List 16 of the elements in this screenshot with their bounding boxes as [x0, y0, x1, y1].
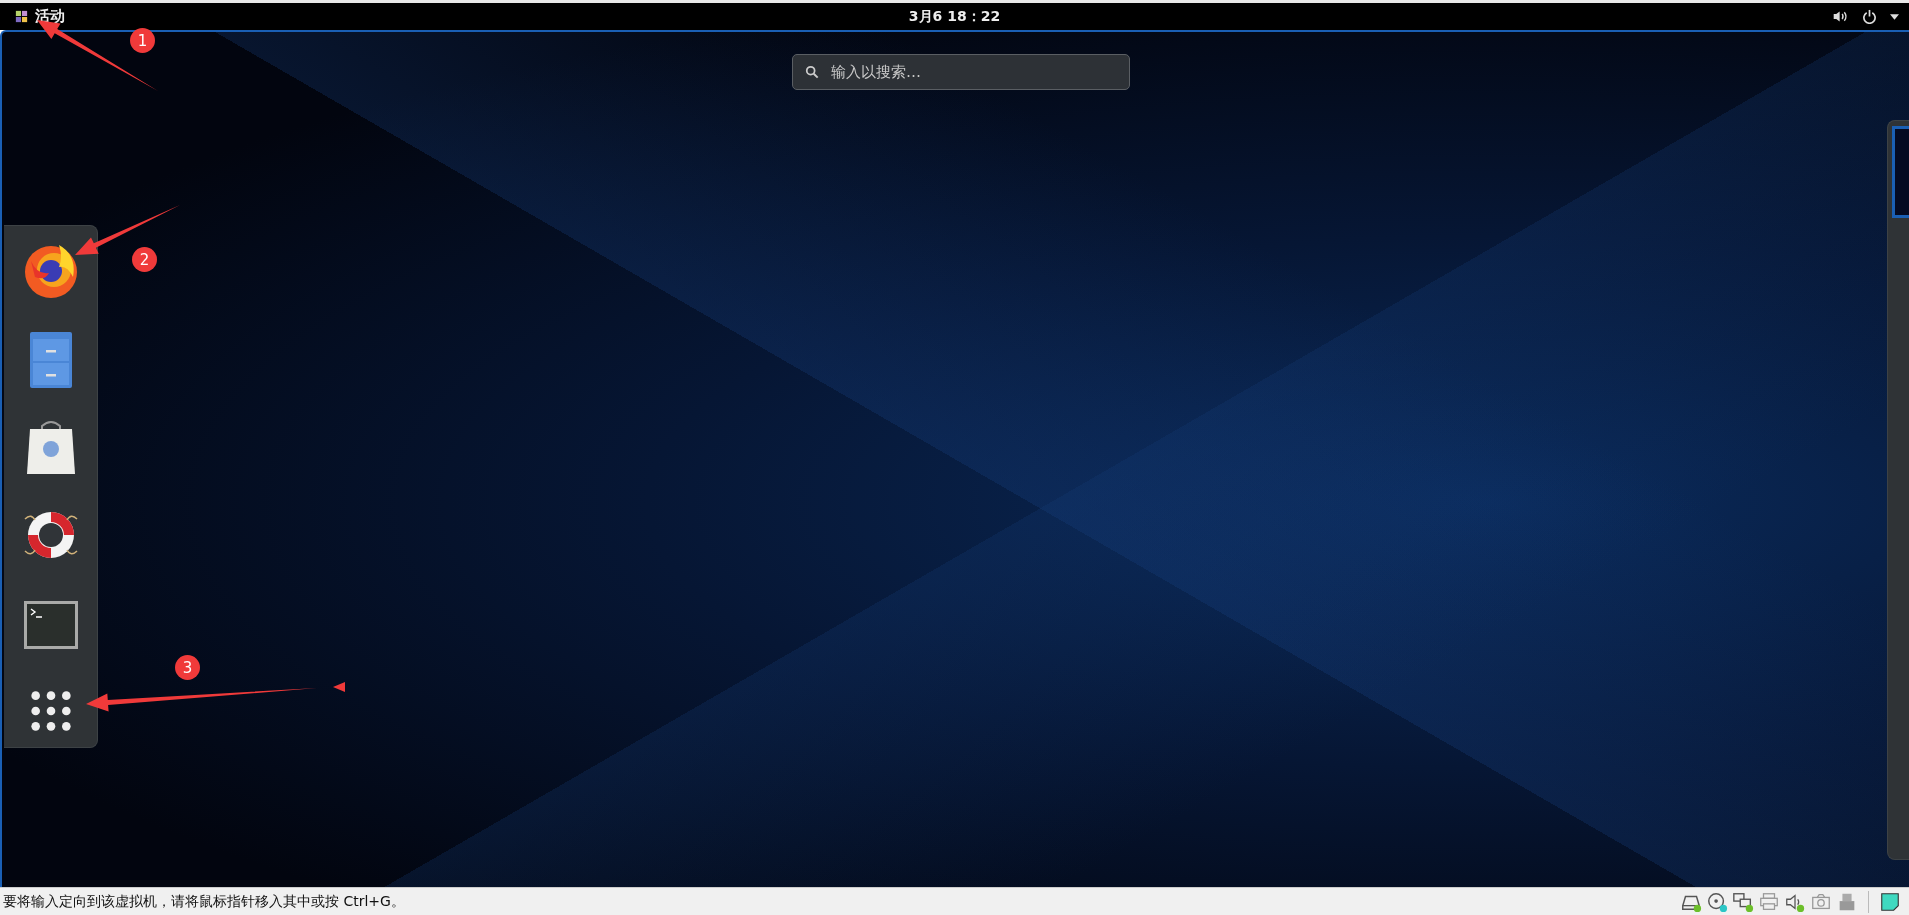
clock-button[interactable]: 3月6 18：22 — [902, 5, 1007, 28]
note-icon[interactable] — [1879, 890, 1901, 913]
search-icon — [805, 65, 819, 79]
caret-icon[interactable] — [1890, 13, 1899, 20]
distro-logo-icon — [14, 9, 29, 24]
annotation-number: 1 — [130, 28, 155, 53]
search-field[interactable]: 输入以搜索… — [792, 54, 1130, 90]
volume-icon[interactable] — [1832, 9, 1849, 24]
optical-disc-icon[interactable] — [1706, 890, 1728, 913]
workspace-thumbnail[interactable] — [1892, 126, 1909, 218]
annotation-arrow — [333, 682, 345, 692]
network-icon[interactable] — [1732, 890, 1754, 913]
power-icon[interactable] — [1861, 9, 1878, 24]
annotation-number: 3 — [175, 655, 200, 680]
status-message: 要将输入定向到该虚拟机，请将鼠标指针移入其中或按 Ctrl+G。 — [3, 892, 405, 911]
annotation-number: 2 — [132, 247, 157, 272]
